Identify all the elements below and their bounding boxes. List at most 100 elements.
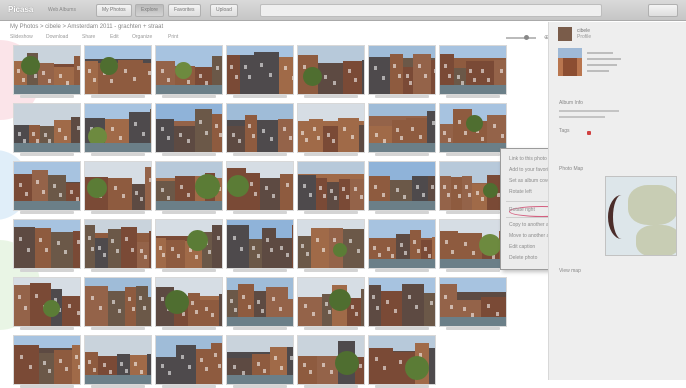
photo-caption [233,211,287,214]
photo-image [85,104,151,152]
photo-thumbnail[interactable] [298,104,364,156]
photo-thumbnail[interactable] [298,220,364,272]
photo-thumbnail[interactable] [156,162,222,214]
toolbar-slideshow[interactable]: Slideshow [10,34,33,40]
top-bar: Picasa Web Albums My Photos Explore Favo… [0,0,686,21]
context-menu-item[interactable]: Rotate left [509,189,532,195]
nav-explore[interactable]: Explore [135,4,164,17]
photo-thumbnail[interactable] [369,162,435,214]
photo-image [440,162,506,210]
photo-thumbnail[interactable] [440,278,506,330]
map-link[interactable]: View map [559,268,581,274]
app-logo[interactable]: Picasa [8,5,33,14]
photo-image [369,46,435,94]
nav-upload[interactable]: Upload [210,4,238,17]
toolbar-organize[interactable]: Organize [132,34,152,40]
photo-thumbnail[interactable] [298,278,364,330]
toolbar-print[interactable]: Print [168,34,178,40]
photo-image [227,336,293,384]
photo-thumbnail[interactable] [369,336,435,388]
photo-caption [233,153,287,156]
context-menu-item[interactable]: Delete photo [509,255,537,261]
photo-thumbnail[interactable] [156,336,222,388]
photo-image [156,104,222,152]
photo-thumbnail[interactable] [85,220,151,272]
photo-image [14,336,80,384]
photo-image [298,104,364,152]
photo-image [440,278,506,326]
toolbar-edit[interactable]: Edit [110,34,119,40]
context-menu-item[interactable]: Set as album cover [509,178,552,184]
avatar[interactable] [558,27,572,41]
photo-thumbnail[interactable] [227,104,293,156]
photo-thumbnail[interactable] [14,336,80,388]
search-button[interactable] [648,4,678,17]
toolbar-share[interactable]: Share [82,34,95,40]
photo-thumbnail[interactable] [156,104,222,156]
photo-caption [91,95,145,98]
search-input[interactable] [260,4,602,17]
photo-thumbnail[interactable] [369,220,435,272]
photo-image [369,104,435,152]
album-info-line [587,70,609,72]
photo-thumbnail[interactable] [227,220,293,272]
zoom-slider-handle[interactable] [524,35,529,40]
photo-image [227,220,293,268]
photo-image [227,104,293,152]
photo-image [156,46,222,94]
photo-thumbnail[interactable] [369,46,435,98]
photo-thumbnail[interactable] [156,46,222,98]
photo-thumbnail[interactable] [14,104,80,156]
breadcrumb[interactable]: My Photos > cibele > Amsterdam 2011 - gr… [10,24,163,30]
tag-icon[interactable] [587,131,591,135]
photo-thumbnail[interactable] [298,46,364,98]
photo-map[interactable] [605,176,677,256]
photo-thumbnail[interactable] [156,220,222,272]
photo-image [14,104,80,152]
photo-thumbnail[interactable] [227,46,293,98]
nav-favorites[interactable]: Favorites [168,4,201,17]
photo-thumbnail[interactable] [369,278,435,330]
photo-thumbnail[interactable] [440,162,506,214]
map-land [636,225,676,255]
photo-thumbnail[interactable] [227,162,293,214]
info-panel: cibele Profile Album Info Tags Photo Map… [548,22,686,380]
user-profile-link[interactable]: Profile [577,34,591,40]
photo-thumbnail[interactable] [227,336,293,388]
nav-my-photos[interactable]: My Photos [96,4,132,17]
context-menu-item[interactable]: Edit caption [509,244,535,250]
photo-image [369,278,435,326]
photo-caption [375,211,429,214]
photo-thumbnail[interactable] [14,46,80,98]
photo-thumbnail[interactable] [85,46,151,98]
photo-thumbnail[interactable] [156,278,222,330]
photo-thumbnail[interactable] [227,278,293,330]
photo-thumbnail[interactable] [298,162,364,214]
photo-thumbnail[interactable] [85,278,151,330]
photo-caption [446,327,500,330]
photo-thumbnail[interactable] [14,278,80,330]
photo-image [298,162,364,210]
photo-thumbnail[interactable] [440,104,506,156]
photo-caption [375,327,429,330]
photo-thumbnail[interactable] [298,336,364,388]
photo-image [227,278,293,326]
photo-image [156,336,222,384]
photo-thumbnail[interactable] [369,104,435,156]
context-menu-item[interactable]: Link to this photo [509,156,547,162]
map-route [608,195,635,239]
photo-image [298,278,364,326]
photo-thumbnail[interactable] [85,162,151,214]
toolbar-download[interactable]: Download [46,34,68,40]
context-menu-item[interactable]: Rotate right [509,207,535,213]
photo-thumbnail[interactable] [14,162,80,214]
photo-thumbnail[interactable] [440,46,506,98]
album-cover-thumbnail[interactable] [558,48,582,76]
photo-thumbnail[interactable] [85,336,151,388]
photo-thumbnail[interactable] [440,220,506,272]
photo-thumbnail[interactable] [14,220,80,272]
photo-image [14,220,80,268]
photo-thumbnail[interactable] [85,104,151,156]
photo-image [298,220,364,268]
zoom-slider[interactable] [506,35,536,40]
